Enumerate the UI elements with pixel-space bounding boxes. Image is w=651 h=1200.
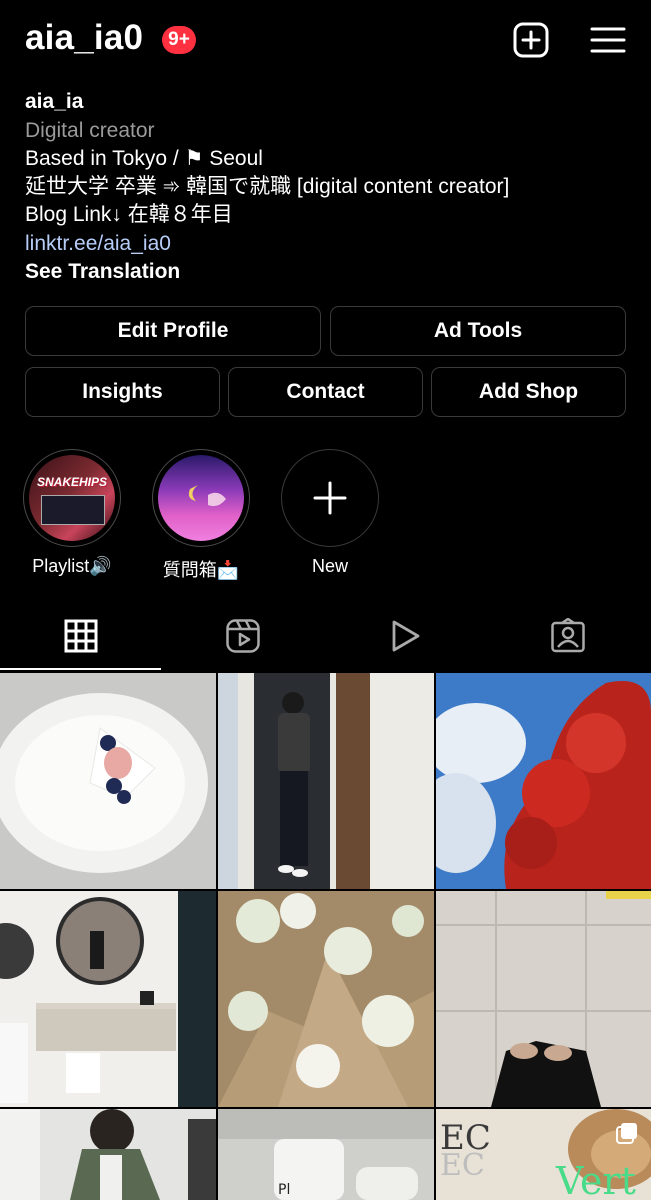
bio-link[interactable]: linktr.ee/aia_ia0 [25, 230, 171, 258]
play-icon[interactable] [387, 618, 423, 654]
post-image [0, 1109, 216, 1200]
grid-post[interactable] [218, 891, 434, 1107]
grid-post[interactable] [0, 673, 216, 889]
post-image [436, 891, 651, 1107]
reels-icon[interactable] [225, 618, 261, 654]
ad-tools-button[interactable]: Ad Tools [330, 306, 626, 356]
post-image [436, 673, 651, 889]
profile-category: Digital creator [25, 119, 155, 142]
edit-profile-button[interactable]: Edit Profile [25, 306, 321, 356]
post-image [218, 891, 434, 1107]
svg-text:EC: EC [440, 1148, 485, 1183]
plus-icon [313, 481, 347, 515]
grid-post[interactable]: Pl [218, 1109, 434, 1200]
bio-line: Based in Tokyo / ⚑ Seoul [25, 147, 263, 170]
svg-text:Pl: Pl [278, 1182, 290, 1198]
highlight-cover-text: SNAKEHIPS [36, 475, 107, 489]
active-tab-indicator [0, 668, 161, 670]
grid-post[interactable] [218, 673, 434, 889]
grid-post[interactable] [0, 891, 216, 1107]
post-image [0, 891, 216, 1107]
highlight-cover-image [158, 455, 244, 541]
bio-line: 延世大学 卒業 ➾ 韓国で就職 [digital content creator… [25, 175, 510, 198]
grid-post[interactable] [0, 1109, 216, 1200]
bio-line: Blog Link↓ 在韓８年目 [25, 203, 233, 226]
see-translation-link[interactable]: See Translation [25, 258, 180, 286]
add-shop-button[interactable]: Add Shop [431, 367, 626, 417]
profile-username[interactable]: aia_ia0 [25, 18, 143, 58]
highlight-questions[interactable] [152, 449, 250, 547]
grid-post[interactable] [436, 891, 651, 1107]
highlight-cover-image: SNAKEHIPS [29, 455, 115, 541]
highlight-label: Playlist🔊 [32, 556, 112, 576]
post-image [218, 673, 434, 889]
grid-post[interactable]: EC EC Vert [436, 1109, 651, 1200]
highlight-label: New [311, 556, 348, 576]
contact-button[interactable]: Contact [228, 367, 423, 417]
add-post-icon[interactable] [512, 21, 550, 59]
tagged-icon[interactable] [550, 617, 586, 654]
post-image [0, 673, 216, 889]
new-highlight-button[interactable] [281, 449, 379, 547]
menu-icon[interactable] [589, 21, 627, 59]
insights-button[interactable]: Insights [25, 367, 220, 417]
post-overlay-text: Vert [556, 1159, 636, 1200]
post-image: Pl [218, 1109, 434, 1200]
grid-icon[interactable] [63, 618, 99, 654]
carousel-icon [615, 1121, 639, 1150]
notification-badge[interactable]: 9+ [162, 26, 196, 54]
grid-post[interactable] [436, 673, 651, 889]
profile-name: aia_ia [25, 90, 84, 113]
highlight-playlist[interactable]: SNAKEHIPS [23, 449, 121, 547]
highlight-label: 質問箱📩 [162, 560, 240, 580]
